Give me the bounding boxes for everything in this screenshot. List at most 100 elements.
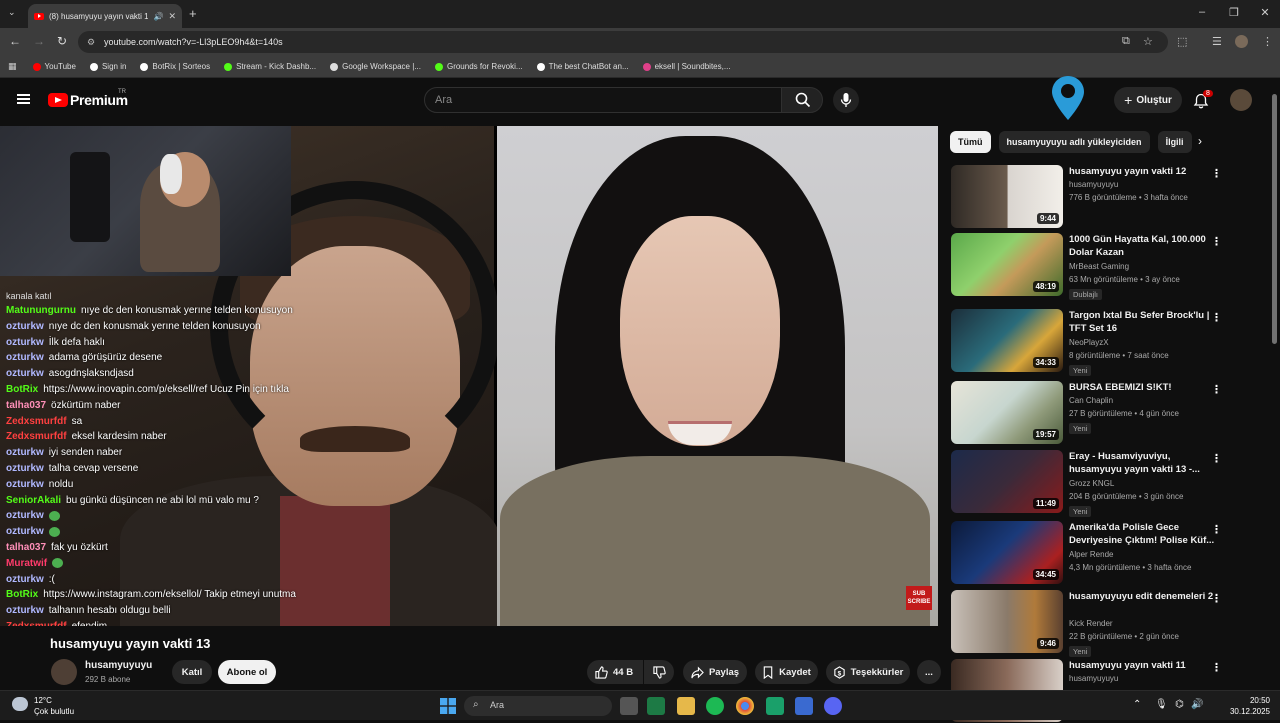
chrome-icon[interactable] — [736, 697, 754, 715]
video-thumbnail[interactable]: 19:57 — [951, 381, 1063, 444]
weather-widget[interactable]: 12°C Çok bulutlu — [34, 695, 74, 717]
create-button[interactable]: + Oluştur — [1114, 87, 1182, 113]
recommended-video[interactable]: 9:46 husamyuyuyu edit denemeleri 2 Kick Re… — [951, 590, 1251, 657]
bookmark-star-icon[interactable]: ☆ — [1143, 35, 1153, 48]
browser-menu-icon[interactable]: ⋮ — [1262, 35, 1273, 48]
bookmark-item[interactable]: Sign in — [89, 62, 126, 71]
discord-icon[interactable] — [824, 697, 842, 715]
video-menu-icon[interactable]: ⋮ — [1211, 235, 1222, 248]
bookmark-item[interactable]: The best ChatBot an... — [536, 62, 629, 71]
network-app-icon[interactable] — [795, 697, 813, 715]
video-thumbnail[interactable]: 34:33 — [951, 309, 1063, 372]
video-channel[interactable]: NeoPlayzX — [1069, 338, 1109, 347]
video-thumbnail[interactable]: 11:49 — [951, 450, 1063, 513]
bookmark-item[interactable]: Grounds for Revoki... — [434, 62, 523, 71]
maximize-button[interactable]: ❐ — [1226, 6, 1242, 19]
like-button[interactable]: 44 B — [587, 660, 643, 684]
video-title[interactable]: Eray - Husamviyuviyu, husamyuyu yayın va… — [1069, 450, 1215, 476]
address-bar[interactable]: ⚙ youtube.com/watch?v=-Ll3pLEO9h4&t=140s — [78, 31, 1168, 53]
video-thumbnail[interactable]: 9:46 — [951, 590, 1063, 653]
apps-grid-icon[interactable]: ▦ — [8, 61, 17, 72]
video-menu-icon[interactable]: ⋮ — [1211, 311, 1222, 324]
bookmark-item[interactable]: Stream - Kick Dashb... — [224, 62, 316, 71]
video-channel[interactable]: Alper Rende — [1069, 550, 1113, 559]
share-button[interactable]: Paylaş — [683, 660, 747, 684]
forward-arrow-icon[interactable]: → — [33, 34, 45, 48]
join-button[interactable]: Katıl — [172, 660, 212, 684]
browser-tab-active[interactable]: (8) husamyuyu yayın vakti 1 🔊 ✕ — [28, 4, 182, 28]
filter-chip[interactable]: husamyuyuyu adlı yükleyiciden — [998, 131, 1150, 153]
install-app-icon[interactable]: ⧉ — [1122, 35, 1130, 48]
thanks-button[interactable]: $ Teşekkürler — [826, 660, 910, 684]
recommended-video[interactable]: 19:57 BURSA EBEMIZI S!KT! Can Chaplin 27 B … — [951, 381, 1251, 445]
video-thumbnail[interactable]: 48:19 — [951, 233, 1063, 296]
file-explorer-icon[interactable] — [677, 697, 695, 715]
search-button[interactable] — [781, 87, 823, 113]
video-title[interactable]: husamyuyu yayın vakti 12 — [1069, 165, 1215, 178]
bookmark-item[interactable]: BotRix | Sorteos — [140, 62, 210, 71]
more-actions-button[interactable]: ... — [917, 660, 941, 684]
recommended-video[interactable]: 11:49 Eray - Husamviyuviyu, husamyuyu yay… — [951, 450, 1251, 517]
site-info-icon[interactable]: ⚙ — [87, 37, 95, 48]
spotify-icon[interactable] — [706, 697, 724, 715]
new-tab-button[interactable]: + — [189, 6, 197, 21]
page-scrollbar[interactable] — [1272, 88, 1277, 688]
excel-icon[interactable] — [647, 697, 665, 715]
kick-app-icon[interactable] — [766, 697, 784, 715]
subscribe-watermark[interactable]: SUB SCRIBE — [906, 586, 932, 610]
video-channel[interactable]: husamyuyuyu — [1069, 674, 1118, 683]
video-thumbnail[interactable]: 9:44 — [951, 165, 1063, 228]
minimize-button[interactable]: – — [1194, 6, 1210, 18]
account-avatar[interactable] — [1230, 89, 1252, 111]
dislike-button[interactable] — [644, 660, 674, 684]
video-channel[interactable]: Can Chaplin — [1069, 396, 1113, 405]
tab-list-chevron-icon[interactable]: ⌄ — [8, 7, 16, 18]
wifi-tray-icon[interactable]: ⌬ — [1175, 699, 1184, 710]
profile-avatar[interactable] — [1235, 35, 1248, 48]
video-thumbnail[interactable]: 34:45 — [951, 521, 1063, 584]
video-channel[interactable]: MrBeast Gaming — [1069, 262, 1129, 271]
subscribe-button[interactable]: Abone ol — [218, 660, 276, 684]
video-title[interactable]: husamyuyu yayın vakti 11 — [1069, 659, 1215, 672]
back-arrow-icon[interactable]: ← — [9, 34, 21, 48]
youtube-logo-icon[interactable] — [48, 93, 68, 107]
video-menu-icon[interactable]: ⋮ — [1211, 383, 1222, 396]
filter-chip[interactable]: Tümü — [950, 131, 991, 153]
recommended-video[interactable]: 34:45 Amerika'da Polisle Gece Devriyesine… — [951, 521, 1251, 585]
video-title[interactable]: Amerika'da Polisle Gece Devriyesine Çıkt… — [1069, 521, 1215, 547]
video-channel[interactable]: husamyuyuyu — [1069, 180, 1118, 189]
video-menu-icon[interactable]: ⋮ — [1211, 167, 1222, 180]
video-menu-icon[interactable]: ⋮ — [1211, 592, 1222, 605]
recommended-video[interactable]: 9:44 husamyuyu yayın vakti 12 husamyuyuyu 7… — [951, 165, 1251, 229]
volume-tray-icon[interactable]: 🔊 — [1191, 699, 1203, 710]
task-view-icon[interactable] — [620, 697, 638, 715]
filter-chip[interactable]: İlgili — [1157, 131, 1192, 153]
show-hidden-icons[interactable]: ⌃ — [1133, 699, 1141, 710]
video-title[interactable]: Targon Ixtal Bu Sefer Brock'lu | TFT Set… — [1069, 309, 1215, 335]
tab-audio-icon[interactable]: 🔊 — [153, 12, 163, 21]
tab-close-icon[interactable]: ✕ — [168, 11, 176, 22]
windows-start-icon[interactable] — [440, 698, 456, 714]
scrollbar-thumb[interactable] — [1272, 94, 1277, 344]
channel-avatar[interactable] — [51, 659, 77, 685]
reload-icon[interactable]: ↻ — [57, 34, 67, 48]
channel-name[interactable]: husamyuyuyu — [85, 660, 152, 671]
video-channel[interactable]: Grozz KNGL — [1069, 479, 1114, 488]
video-channel[interactable]: Kick Render — [1069, 619, 1113, 628]
system-clock[interactable]: 20:50 30.12.2025 — [1226, 695, 1270, 717]
video-menu-icon[interactable]: ⋮ — [1211, 452, 1222, 465]
taskbar-search[interactable]: ⌕ Ara — [464, 696, 612, 716]
video-menu-icon[interactable]: ⋮ — [1211, 661, 1222, 674]
video-title[interactable]: husamyuyuyu edit denemeleri 2 — [1069, 590, 1215, 603]
bookmark-item[interactable]: YouTube — [32, 62, 76, 71]
voice-search-button[interactable] — [833, 87, 859, 113]
recommended-video[interactable]: 34:33 Targon Ixtal Bu Sefer Brock'lu | TF… — [951, 309, 1251, 376]
chips-next-chevron-icon[interactable]: › — [1198, 134, 1202, 148]
video-player[interactable]: kanala katıl Matunungurnu nıye dc den kon… — [0, 126, 938, 626]
reading-list-icon[interactable]: ☰ — [1212, 35, 1222, 48]
close-window-button[interactable]: ✕ — [1257, 6, 1273, 19]
bookmark-item[interactable]: Google Workspace |... — [330, 62, 421, 71]
mic-tray-icon[interactable]: 🎙 — [1155, 699, 1168, 710]
weather-icon[interactable] — [12, 697, 28, 711]
menu-hamburger-icon[interactable] — [17, 94, 30, 104]
